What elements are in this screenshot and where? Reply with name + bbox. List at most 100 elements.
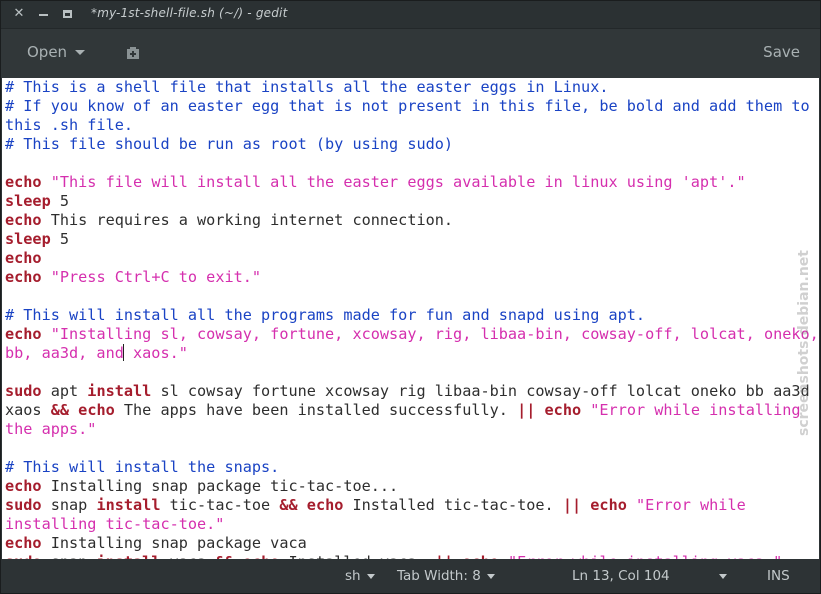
code-line: bb, aa3d, and xaos.": [2, 344, 819, 363]
plain-token: The apps have been installed successfull…: [114, 401, 518, 419]
code-line: echo "Installing sl, cowsay, fortune, xc…: [2, 325, 819, 344]
plain-token: 5: [50, 230, 70, 248]
code-line: echo: [2, 249, 819, 268]
string-token: installing tic-tac-toe.": [5, 515, 225, 533]
string-token: "Installing sl, cowsay, fortune, xcowsay…: [50, 325, 819, 343]
minimize-window-icon[interactable]: [34, 5, 52, 23]
insert-mode-indicator[interactable]: INS: [767, 565, 790, 587]
keyword-token: &&: [279, 496, 298, 514]
cursor-position[interactable]: Ln 13, Col 104: [572, 565, 670, 587]
chevron-down-icon: [75, 50, 86, 55]
keyword-token: echo: [544, 401, 582, 419]
maximize-window-icon[interactable]: [58, 5, 76, 23]
code-line: sleep 5: [2, 192, 819, 211]
code-line: sleep 5: [2, 230, 819, 249]
keyword-token: echo: [5, 249, 42, 267]
close-window-icon[interactable]: ✕: [10, 5, 28, 23]
comment-token: # If you know of an easter egg that is n…: [5, 97, 810, 115]
plain-token: 5: [50, 192, 70, 210]
comment-token: # This is a shell file that installs all…: [5, 78, 609, 96]
plain-token: sl cowsay fortune xcowsay rig libaa-bin …: [151, 382, 810, 400]
plain-token: apt: [41, 382, 88, 400]
code-line: installing tic-tac-toe.": [2, 515, 819, 534]
language-selector[interactable]: sh: [345, 565, 375, 587]
code-line: this .sh file.: [2, 116, 819, 135]
keyword-token: echo: [5, 268, 42, 286]
code-line: echo "Press Ctrl+C to exit.": [2, 268, 819, 287]
keyword-token: ||: [562, 496, 582, 514]
string-token: the apps.": [5, 420, 97, 438]
code-line: # This is a shell file that installs all…: [2, 78, 819, 97]
keyword-token: echo: [5, 211, 42, 229]
keyword-token: echo: [5, 173, 42, 191]
code-line: echo "This file will install all the eas…: [2, 173, 819, 192]
code-line: echo This requires a working internet co…: [2, 211, 819, 230]
keyword-token: echo: [5, 534, 42, 552]
title-bar[interactable]: ✕ *my-1st-shell-file.sh (~/) - gedit: [1, 1, 820, 29]
code-line: xaos && echo The apps have been installe…: [2, 401, 819, 420]
comment-token: this .sh file.: [5, 116, 134, 134]
gedit-window: ✕ *my-1st-shell-file.sh (~/) - gedit Ope…: [0, 0, 821, 594]
text-editor-area[interactable]: # This is a shell file that installs all…: [2, 78, 819, 559]
plain-token: Installing snap package vaca: [41, 534, 307, 552]
code-line: echo Installing snap package vaca: [2, 534, 819, 553]
keyword-token: echo: [5, 477, 42, 495]
string-token: "Press Ctrl+C to exit.": [50, 268, 262, 286]
code-line: the apps.": [2, 420, 819, 439]
code-line: sudo apt install sl cowsay fortune xcows…: [2, 382, 819, 401]
code-line: # This will install the snaps.: [2, 458, 819, 477]
plain-token: Installing snap package tic-tac-toe...: [41, 477, 399, 495]
cursor-position-menu[interactable]: [713, 565, 727, 587]
comment-token: # This will install all the programs mad…: [5, 306, 646, 324]
keyword-token: sleep: [5, 230, 51, 248]
plain-token: This requires a working internet connect…: [41, 211, 454, 229]
keyword-token: echo: [306, 496, 344, 514]
keyword-token: sudo: [5, 496, 42, 514]
string-token: bb, aa3d, and: [5, 344, 124, 362]
plain-token: Installed tic-tac-toe.: [343, 496, 563, 514]
keyword-token: echo: [5, 325, 42, 343]
open-button[interactable]: Open: [17, 37, 95, 67]
new-tab-icon: [127, 47, 139, 59]
chevron-down-icon: [486, 573, 495, 579]
tab-width-label: Tab Width: 8: [397, 568, 481, 584]
tab-width-selector[interactable]: Tab Width: 8: [397, 565, 495, 587]
keyword-token: ||: [517, 401, 536, 419]
keyword-token: &&: [50, 401, 70, 419]
keyword-token: install: [87, 382, 152, 400]
cursor-position-label: Ln 13, Col 104: [572, 568, 670, 584]
plain-token: snap: [41, 496, 97, 514]
string-token: "Error while: [636, 496, 746, 514]
string-token: xaos.": [123, 344, 188, 362]
keyword-token: sudo: [5, 382, 42, 400]
save-button[interactable]: Save: [761, 37, 802, 67]
chevron-down-icon: [719, 573, 727, 579]
code-line: # This file should be run as root (by us…: [2, 135, 819, 154]
code-line: sudo snap install tic-tac-toe && echo In…: [2, 496, 819, 515]
code-line: # This will install all the programs mad…: [2, 306, 819, 325]
keyword-token: echo: [590, 496, 627, 514]
code-line: # If you know of an easter egg that is n…: [2, 97, 819, 116]
status-bar: sh Tab Width: 8 Ln 13, Col 104 INS: [1, 559, 820, 593]
language-label: sh: [345, 568, 361, 584]
code-line: echo Installing snap package tic-tac-toe…: [2, 477, 819, 496]
keyword-token: install: [96, 496, 161, 514]
new-tab-button[interactable]: [122, 44, 144, 64]
header-bar: Open Save: [1, 29, 820, 78]
keyword-token: sleep: [5, 192, 51, 210]
string-token: "Error while installing: [590, 401, 801, 419]
plain-token: tic-tac-toe: [160, 496, 280, 514]
